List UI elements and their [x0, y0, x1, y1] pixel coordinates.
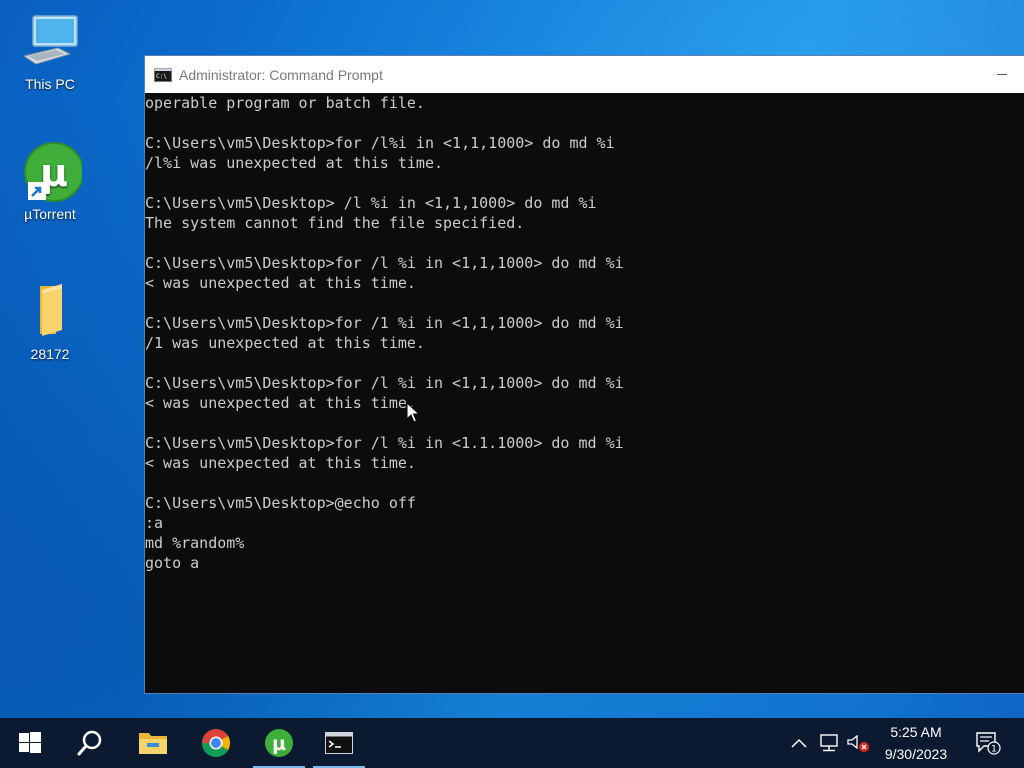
cmd-icon: C:\ — [154, 67, 172, 82]
console-line: goto a — [145, 554, 200, 572]
start-button[interactable] — [2, 718, 58, 768]
console-line: < was unexpected at this time. — [145, 274, 416, 292]
console-line: C:\Users\vm5\Desktop>for /1 %i in <1,1,1… — [145, 314, 624, 332]
taskbar-command-prompt[interactable] — [311, 718, 367, 768]
notification-count: 1 — [991, 745, 997, 755]
console-line: < was unexpected at this time. — [145, 454, 416, 472]
utorrent-icon: µ — [18, 140, 84, 204]
show-hidden-icons-button[interactable] — [786, 718, 812, 768]
console-line: :a — [145, 514, 164, 532]
clock-time: 5:25 AM — [890, 724, 942, 740]
minimize-button[interactable] — [980, 56, 1024, 93]
taskbar-file-explorer[interactable] — [125, 718, 181, 768]
desktop-icon-label: µTorrent — [24, 206, 76, 222]
console-line: C:\Users\vm5\Desktop>@echo off — [145, 494, 416, 512]
console-line: operable program or batch file. — [145, 94, 425, 112]
action-center-button[interactable]: 1 — [968, 718, 1008, 768]
folder-icon — [18, 280, 82, 344]
taskbar-chrome[interactable] — [188, 718, 244, 768]
start-icon — [19, 732, 41, 753]
console-line: The system cannot find the file specifie… — [145, 214, 525, 232]
this-pc-icon — [18, 10, 82, 74]
console-line: md %random% — [145, 534, 245, 552]
console-line: C:\Users\vm5\Desktop> /l %i in <1,1,1000… — [145, 194, 597, 212]
console-line: /l%i was unexpected at this time. — [145, 154, 444, 172]
console-output[interactable]: operable program or batch file. C:\Users… — [145, 93, 1024, 693]
network-icon — [820, 734, 838, 752]
clock-date: 9/30/2023 — [884, 746, 948, 762]
file-explorer-icon — [139, 733, 167, 754]
svg-text:µ: µ — [272, 733, 286, 755]
window-titlebar[interactable]: C:\ Administrator: Command Prompt — [145, 56, 1024, 93]
cmd-icon — [325, 732, 353, 754]
desktop-icon-folder-28172[interactable]: 28172 — [7, 280, 93, 362]
console-line: C:\Users\vm5\Desktop>for /l%i in <1,1,10… — [145, 134, 615, 152]
window-title: Administrator: Command Prompt — [179, 66, 383, 83]
chrome-icon — [202, 729, 230, 757]
console-line: C:\Users\vm5\Desktop>for /l %i in <1,1,1… — [145, 374, 624, 392]
desktop-icon-label: This PC — [25, 76, 75, 92]
console-line: < was unexpected at this time. — [145, 394, 416, 412]
minimize-icon — [997, 74, 1007, 75]
notification-icon: 1 — [976, 732, 1001, 755]
desktop-icon-utorrent[interactable]: µ µTorrent — [7, 140, 93, 222]
console-line: C:\Users\vm5\Desktop>for /l %i in <1,1,1… — [145, 254, 624, 272]
command-prompt-window[interactable]: C:\ Administrator: Command Prompt operab… — [145, 56, 1024, 693]
console-line: /1 was unexpected at this time. — [145, 334, 425, 352]
console-line: C:\Users\vm5\Desktop>for /l %i in <1.1.1… — [145, 434, 624, 452]
taskbar: µ 5:25 AM 9/30/2023 1 — [0, 718, 1024, 768]
taskbar-utorrent[interactable]: µ — [251, 718, 307, 768]
desktop-icon-this-pc[interactable]: This PC — [7, 10, 93, 92]
search-icon — [77, 730, 102, 756]
utorrent-icon: µ — [265, 729, 293, 757]
taskbar-clock[interactable]: 5:25 AM 9/30/2023 — [868, 718, 964, 768]
volume-muted-icon — [847, 734, 869, 752]
network-button[interactable] — [816, 718, 842, 768]
mouse-pointer-icon — [406, 402, 420, 423]
desktop-icon-label: 28172 — [30, 346, 70, 362]
svg-text:C:\: C:\ — [156, 73, 167, 80]
chevron-up-icon — [791, 738, 807, 748]
search-button[interactable] — [62, 718, 118, 768]
